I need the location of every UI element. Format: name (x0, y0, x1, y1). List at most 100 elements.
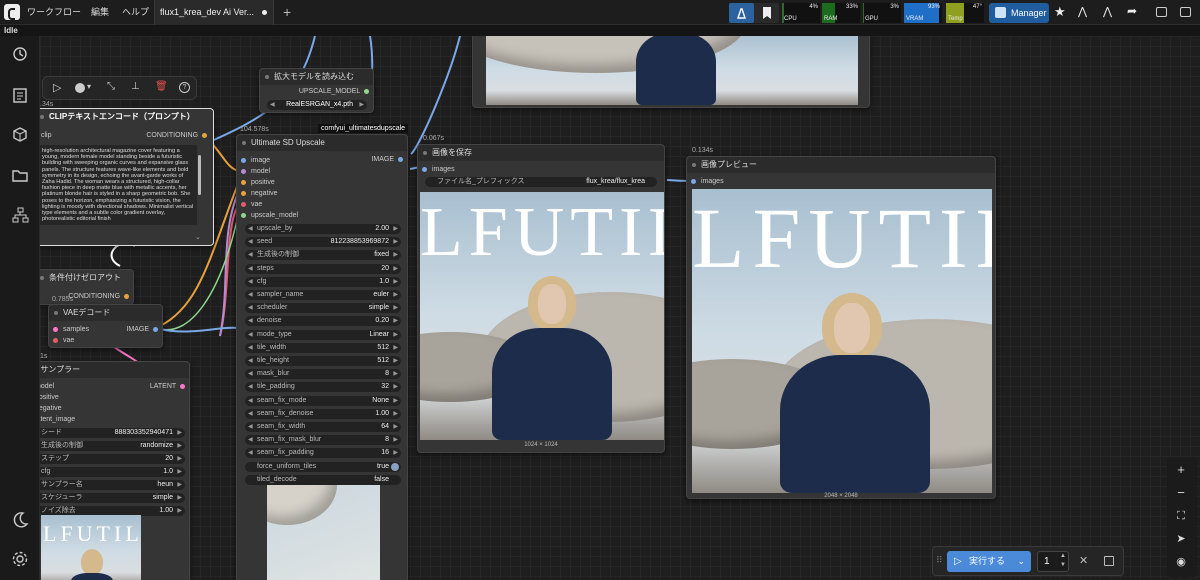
ksampler-widget[interactable]: シード888303352940471 (40, 428, 185, 438)
node-library-icon[interactable] (11, 206, 29, 224)
ultimate-widget[interactable]: mode_typeLinear (245, 329, 401, 340)
ultimate-widget[interactable]: seed812238853969872 (245, 237, 401, 248)
queue-list-icon[interactable] (11, 86, 29, 104)
preview-images-input-slot[interactable]: images (691, 177, 724, 187)
theme-moon-icon[interactable] (11, 510, 29, 528)
fit-view-icon[interactable]: ⛶ (1170, 506, 1192, 526)
ultimate-input-upscale_model[interactable]: upscale_model (241, 211, 298, 221)
bypass-icon[interactable]: ⤡ (107, 81, 115, 92)
ultimate-widget[interactable]: schedulersimple (245, 303, 401, 314)
ultimate-input-positive[interactable]: positive (241, 178, 275, 188)
ksampler-widget[interactable]: 生成後の制御randomize (40, 441, 185, 451)
ultimate-widget[interactable]: tile_padding32 (245, 382, 401, 393)
select-mode-icon[interactable]: ➤ (1170, 529, 1192, 549)
image-node-top[interactable] (472, 36, 870, 108)
ultimate-input-vae[interactable]: vae (241, 200, 262, 210)
pin-icon[interactable]: ⊥ (131, 81, 140, 92)
ultimate-widget[interactable]: 生成後の制御fixed (245, 250, 401, 261)
share-icon[interactable]: ➦ (1127, 4, 1137, 18)
image-output-slot[interactable]: IMAGE (126, 325, 158, 335)
ultimate-input-model[interactable]: model (241, 167, 270, 177)
filename-prefix-widget[interactable]: ファイル名_プレフィックス flux_krea/flux_krea (425, 177, 657, 187)
ultimate-widget[interactable]: tile_height512 (245, 356, 401, 366)
prompt-scrollbar[interactable] (198, 155, 201, 195)
model-name-widget[interactable]: RealESRGAN_x4.pth (267, 100, 367, 110)
zoom-out-icon[interactable]: − (1170, 483, 1192, 503)
conditioning-output-slot[interactable]: CONDITIONING (146, 131, 207, 141)
ultimate-widget[interactable]: force_uniform_tiles true (245, 461, 401, 472)
chevron-down-icon[interactable]: ▾ (87, 82, 91, 91)
drag-handle-icon[interactable]: ⠿ (936, 555, 943, 566)
vae-input-slot[interactable]: vae (53, 336, 74, 346)
ksampler-widget[interactable]: ステップ20 (40, 454, 185, 464)
save-image-node[interactable]: 画像を保存 images ファイル名_プレフィックス flux_krea/flux… (417, 144, 665, 453)
model-download-icon[interactable]: ⋀ (1078, 5, 1087, 18)
clip-input-slot[interactable]: clip (41, 131, 52, 141)
vae-decode-node[interactable]: VAEデコード samples vae IMAGE (48, 304, 163, 348)
prompt-textarea[interactable]: high-resolution architectural magazine c… (40, 145, 197, 225)
collapse-chevron-icon[interactable]: ⌄ (195, 233, 201, 241)
clip-text-encode-node[interactable]: CLIPテキストエンコード（プロンプト） clip CONDITIONING h… (40, 108, 214, 246)
ultimate-widget[interactable]: seam_fix_modeNone (245, 395, 401, 406)
ksampler-input-positive[interactable]: positive (40, 393, 59, 403)
menu-help[interactable]: ヘルプ (122, 0, 149, 25)
play-icon[interactable]: ▷ (53, 81, 61, 94)
ksampler-input-latent_image[interactable]: latent_image (40, 415, 75, 425)
zoom-in-icon[interactable]: + (1170, 460, 1192, 480)
ksampler-input-negative[interactable]: negative (40, 404, 61, 414)
workflows-folder-icon[interactable] (11, 166, 29, 184)
delete-icon[interactable]: 🗑 (155, 81, 168, 92)
run-button[interactable]: ▷ 実行する ⌄ (947, 551, 1031, 572)
ksampler-widget[interactable]: サンプラー名heun (40, 480, 185, 490)
ultimate-widget[interactable]: seam_fix_width64 (245, 422, 401, 432)
bottom-panel-icon[interactable] (1180, 7, 1191, 17)
model-library-cube-icon[interactable] (11, 126, 29, 144)
new-tab-plus-icon[interactable]: + (283, 4, 291, 20)
menu-workflow[interactable]: ワークフロー (27, 0, 81, 25)
panel-toggle-icon[interactable] (1156, 7, 1167, 17)
ultimate-widget[interactable]: sampler_nameeuler (245, 290, 401, 300)
ultimate-image-output-slot[interactable]: IMAGE (371, 155, 403, 165)
ultimate-widget[interactable]: denoise0.20 (245, 316, 401, 327)
upscale-model-output-slot[interactable]: UPSCALE_MODEL (299, 87, 369, 97)
menu-edit[interactable]: 編集 (91, 0, 109, 25)
zero-out-output-slot[interactable]: CONDITIONING (68, 292, 129, 302)
preview-image-node[interactable]: 画像プレビュー images LFUTILI 2048 × 2048 (686, 156, 996, 499)
run-dropdown-chevron-icon[interactable]: ⌄ (1017, 551, 1025, 572)
latent-output-slot[interactable]: LATENT (150, 382, 185, 392)
cancel-icon[interactable]: ✕ (1079, 554, 1088, 567)
translate-icon[interactable]: ⋀ (1103, 5, 1112, 18)
ultimate-widget[interactable]: mask_blur8 (245, 369, 401, 380)
toggle-links-eye-icon[interactable]: ◉ (1170, 552, 1192, 572)
ultimate-widget[interactable]: seam_fix_mask_blur8 (245, 435, 401, 446)
bookmark-icon[interactable] (757, 3, 777, 23)
workflow-tab[interactable]: flux1_krea_dev Ai Ver... (154, 0, 274, 25)
node-canvas[interactable]: ▷ ▾ ⤡ ⊥ 🗑 ? .34s CLIPテキストエンコード（プロンプト） cl… (40, 36, 1200, 580)
ultimate-widget[interactable]: steps20 (245, 263, 401, 274)
ultimate-widget[interactable]: seam_fix_denoise1.00 (245, 408, 401, 419)
save-images-input-slot[interactable]: images (422, 165, 455, 175)
ultimate-widget[interactable]: tile_width512 (245, 342, 401, 353)
ksampler-widget[interactable]: スケジューラsimple (40, 493, 185, 503)
ksampler-input-model[interactable]: model (40, 382, 54, 392)
ultimate-widget[interactable]: tiled_decode false (245, 474, 401, 485)
queue-flask-icon[interactable] (729, 3, 754, 23)
ksampler-node[interactable]: Kサンプラー LATENT modelpositivenegativelaten… (40, 361, 190, 580)
ultimate-widget[interactable]: cfg1.0 (245, 276, 401, 287)
ksampler-widget[interactable]: cfg1.0 (40, 467, 185, 477)
ultimate-widget[interactable]: upscale_by2.00 (245, 224, 401, 234)
upscale-model-loader-node[interactable]: 拡大モデルを読み込む UPSCALE_MODEL RealESRGAN_x4.p… (259, 68, 374, 113)
history-icon[interactable] (11, 45, 29, 63)
manager-button[interactable]: Manager (989, 3, 1049, 23)
color-picker-icon[interactable] (75, 83, 85, 93)
ultimate-input-image[interactable]: image (241, 156, 270, 166)
ultimate-input-negative[interactable]: negative (241, 189, 277, 199)
batch-count-input[interactable]: 1 ▲ ▼ (1037, 551, 1069, 572)
ultimate-sd-upscale-node[interactable]: Ultimate SD Upscale IMAGE image model posi… (236, 134, 408, 580)
stepper-icon[interactable]: ▲ ▼ (1060, 552, 1066, 570)
settings-gear-icon[interactable] (11, 550, 29, 568)
stop-queue-icon[interactable] (1104, 556, 1114, 566)
ultimate-widget[interactable]: seam_fix_padding16 (245, 448, 401, 459)
comfy-logo-icon[interactable] (4, 4, 20, 20)
samples-input-slot[interactable]: samples (53, 325, 89, 335)
